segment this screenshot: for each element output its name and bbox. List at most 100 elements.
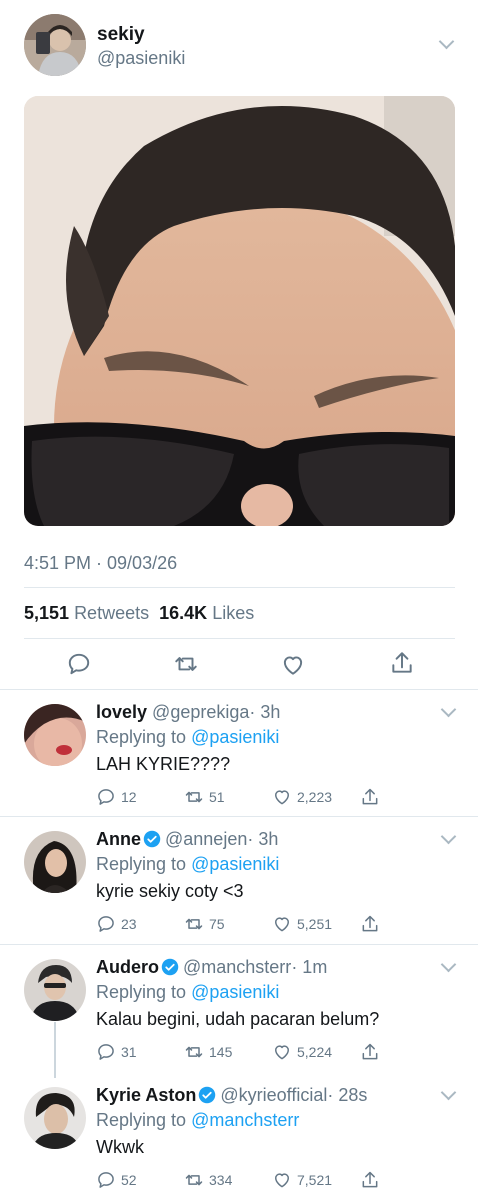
share-button[interactable]: [360, 1041, 385, 1063]
tweet-timestamp[interactable]: 4:51 PM · 09/03/26: [24, 553, 177, 574]
replying-to: Replying to @pasieniki: [96, 854, 279, 875]
share-button[interactable]: [360, 786, 385, 808]
heart-icon: [275, 790, 289, 805]
reply-author-handle[interactable]: @kyrieofficial: [220, 1085, 327, 1105]
reply-icon: [98, 1172, 114, 1188]
reply-author[interactable]: lovely @geprekiga· 3h: [96, 702, 280, 723]
reply-tweet[interactable]: lovely @geprekiga· 3h Replying to @pasie…: [0, 690, 478, 816]
avatar[interactable]: [24, 704, 86, 766]
like-button[interactable]: 7,521: [272, 1169, 332, 1191]
reply-tweet[interactable]: Audero @manchsterr· 1m Replying to @pasie…: [0, 945, 478, 1072]
reply-count: 12: [121, 789, 137, 805]
chevron-down-icon[interactable]: [440, 828, 457, 845]
reply-button[interactable]: 31: [96, 1041, 137, 1063]
like-count: 5,224: [297, 1044, 333, 1060]
chevron-down-icon[interactable]: [440, 1084, 457, 1101]
tweet-photo[interactable]: [24, 96, 455, 526]
reply-icon: [98, 916, 114, 932]
likes-label[interactable]: Likes: [212, 603, 254, 623]
retweet-icon: [185, 918, 203, 930]
reply-count: 52: [121, 1172, 137, 1188]
divider: [24, 638, 455, 639]
reply-time: · 3h: [249, 702, 281, 722]
retweets-label[interactable]: Retweets: [74, 603, 149, 623]
reply-author-name[interactable]: Kyrie Aston: [96, 1085, 196, 1105]
reply-author-handle[interactable]: @annejen: [165, 829, 247, 849]
like-button[interactable]: 5,224: [272, 1041, 332, 1063]
reply-icon: [98, 789, 114, 805]
author-name[interactable]: sekiy: [97, 24, 145, 46]
retweet-count: 334: [209, 1172, 233, 1188]
reply-icon[interactable]: [66, 651, 92, 677]
divider: [24, 587, 455, 588]
reply-count: 31: [121, 1044, 137, 1060]
retweet-count: 145: [209, 1044, 233, 1060]
reply-author-handle[interactable]: @manchsterr: [183, 957, 291, 977]
like-button[interactable]: 5,251: [272, 913, 332, 935]
replying-label: Replying to: [96, 854, 187, 874]
retweet-button[interactable]: 334: [184, 1169, 232, 1191]
replying-label: Replying to: [96, 1110, 187, 1130]
reply-actions: 23 75 5,251: [96, 913, 396, 935]
reply-button[interactable]: 12: [96, 786, 137, 808]
heart-icon: [275, 1173, 289, 1188]
reply-author[interactable]: Audero @manchsterr· 1m: [96, 957, 327, 978]
replying-to-link[interactable]: @pasieniki: [191, 854, 279, 874]
reply-time: · 3h: [247, 829, 279, 849]
author-handle[interactable]: @pasieniki: [97, 48, 185, 69]
chevron-down-icon[interactable]: [438, 33, 455, 50]
replying-to: Replying to @pasieniki: [96, 727, 279, 748]
reply-author-name[interactable]: Audero: [96, 957, 159, 977]
reply-time: · 28s: [327, 1085, 368, 1105]
reply-icon: [98, 1044, 114, 1060]
verified-badge-icon: [143, 830, 161, 848]
share-button[interactable]: [360, 913, 385, 935]
avatar[interactable]: [24, 959, 86, 1021]
reply-tweet[interactable]: Kyrie Aston @kyrieofficial· 28s Replying …: [0, 1073, 478, 1200]
like-count: 5,251: [297, 916, 333, 932]
reply-time: · 1m: [291, 957, 328, 977]
retweet-button[interactable]: 75: [184, 913, 225, 935]
tweet-header: sekiy @pasieniki: [0, 0, 478, 90]
replying-to-link[interactable]: @manchsterr: [191, 1110, 299, 1130]
like-button[interactable]: 2,223: [272, 786, 332, 808]
reply-text: kyrie sekiy coty <3: [96, 881, 244, 901]
avatar[interactable]: [24, 831, 86, 893]
heart-icon: [275, 1045, 289, 1060]
share-button[interactable]: [360, 1169, 385, 1191]
replying-to-link[interactable]: @pasieniki: [191, 982, 279, 1002]
retweet-icon: [185, 1174, 203, 1186]
share-icon: [362, 1043, 378, 1060]
heart-icon: [275, 917, 289, 932]
reply-button[interactable]: 52: [96, 1169, 137, 1191]
verified-badge-icon: [161, 958, 179, 976]
reply-actions: 52 334 7,521: [96, 1169, 396, 1191]
replying-to-link[interactable]: @pasieniki: [191, 727, 279, 747]
reply-text: Kalau begini, udah pacaran belum?: [96, 1009, 380, 1029]
chevron-down-icon[interactable]: [440, 701, 457, 718]
reply-button[interactable]: 23: [96, 913, 137, 935]
share-icon: [362, 1171, 378, 1188]
retweet-icon[interactable]: [173, 651, 199, 677]
reply-tweet[interactable]: Anne @annejen· 3h Replying to @pasieniki …: [0, 817, 478, 944]
retweet-button[interactable]: 145: [184, 1041, 232, 1063]
reply-author[interactable]: Anne @annejen· 3h: [96, 829, 278, 850]
avatar[interactable]: [24, 1087, 86, 1149]
retweet-button[interactable]: 51: [184, 786, 225, 808]
author-avatar[interactable]: [24, 14, 86, 76]
heart-icon[interactable]: [280, 652, 306, 678]
reply-text: Wkwk: [96, 1137, 144, 1157]
reply-count: 23: [121, 916, 137, 932]
reply-author-handle[interactable]: @geprekiga: [152, 702, 249, 722]
reply-author[interactable]: Kyrie Aston @kyrieofficial· 28s: [96, 1085, 367, 1106]
retweets-count[interactable]: 5,151: [24, 603, 69, 623]
likes-count[interactable]: 16.4K: [159, 603, 207, 623]
share-icon[interactable]: [389, 650, 415, 676]
replying-to: Replying to @manchsterr: [96, 1110, 299, 1131]
reply-author-name[interactable]: lovely: [96, 702, 147, 722]
reply-author-name[interactable]: Anne: [96, 829, 141, 849]
retweet-count: 75: [209, 916, 225, 932]
chevron-down-icon[interactable]: [440, 956, 457, 973]
share-icon: [362, 788, 378, 805]
replying-label: Replying to: [96, 727, 187, 747]
